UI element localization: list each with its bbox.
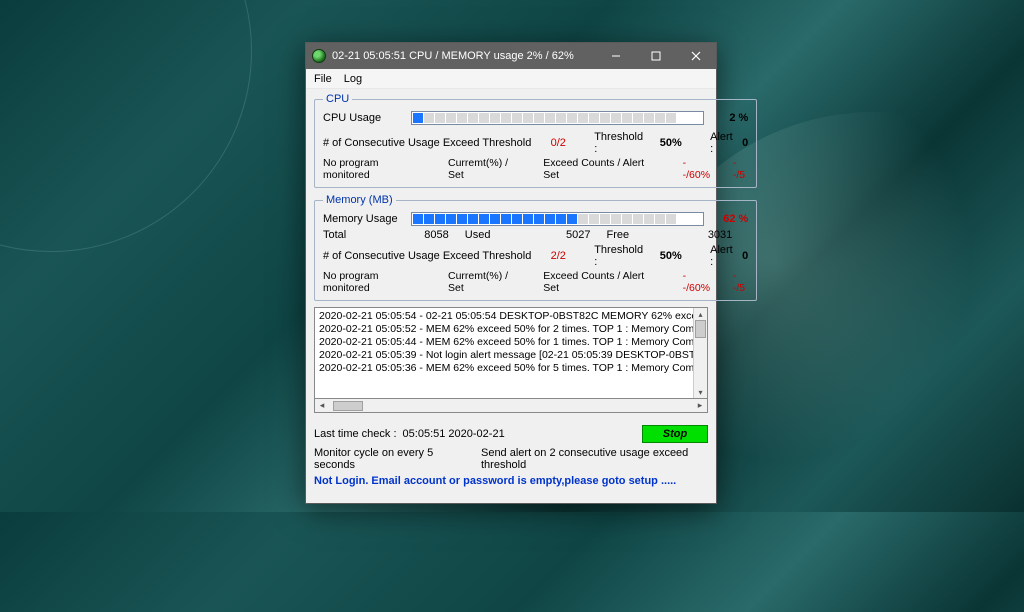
minimize-button[interactable] bbox=[596, 43, 636, 69]
mem-free-v: 3031 bbox=[677, 229, 748, 241]
log-line: 2020-02-21 05:05:39 - Not login alert me… bbox=[319, 349, 703, 362]
cpu-exset: Exceed Counts / Alert Set bbox=[543, 157, 661, 181]
alert-on: Send alert on 2 consecutive usage exceed… bbox=[481, 447, 708, 471]
mem-threshold-label: Threshold : bbox=[594, 244, 644, 268]
maximize-button[interactable] bbox=[636, 43, 676, 69]
mem-threshold-value: 50% bbox=[660, 250, 682, 262]
mem-exceed-value: 2/2 bbox=[551, 250, 566, 262]
cpu-threshold-label: Threshold : bbox=[594, 131, 644, 155]
scroll-left-icon[interactable]: ◂ bbox=[315, 400, 329, 411]
scroll-right-icon[interactable]: ▸ bbox=[693, 400, 707, 411]
hscroll-thumb[interactable] bbox=[333, 401, 363, 411]
login-status-link[interactable]: Not Login. Email account or password is … bbox=[314, 475, 708, 487]
menu-log[interactable]: Log bbox=[344, 73, 362, 85]
monitor-cycle: Monitor cycle on every 5 seconds bbox=[314, 447, 459, 471]
app-window: 02-21 05:05:51 CPU / MEMORY usage 2% / 6… bbox=[305, 42, 717, 504]
client-area: CPU CPU Usage 2 % # of Consecutive Usage… bbox=[306, 89, 716, 503]
mem-used-v: 5027 bbox=[536, 229, 607, 241]
memory-usage-label: Memory Usage bbox=[323, 213, 405, 225]
window-title: 02-21 05:05:51 CPU / MEMORY usage 2% / 6… bbox=[332, 50, 596, 62]
cpu-group: CPU CPU Usage 2 % # of Consecutive Usage… bbox=[314, 93, 757, 188]
log-hscrollbar[interactable]: ◂ ▸ bbox=[314, 399, 708, 413]
mem-free-l: Free bbox=[607, 229, 678, 241]
menubar: File Log bbox=[306, 69, 716, 89]
mem-exset: Exceed Counts / Alert Set bbox=[543, 270, 661, 294]
mem-alert-value: 0 bbox=[742, 250, 748, 262]
log-line: 2020-02-21 05:05:44 - MEM 62% exceed 50%… bbox=[319, 336, 703, 349]
cpu-alert-label: Alert : bbox=[710, 131, 736, 155]
cpu-progress bbox=[411, 111, 704, 125]
cpu-curset: Curremt(%) / Set bbox=[448, 157, 525, 181]
cpu-noprog: No program monitored bbox=[323, 157, 426, 181]
log-line: 2020-02-21 05:05:52 - MEM 62% exceed 50%… bbox=[319, 323, 703, 336]
log-textarea[interactable]: 2020-02-21 05:05:54 - 02-21 05:05:54 DES… bbox=[314, 307, 708, 399]
cpu-v2: --/5 bbox=[733, 157, 748, 181]
stop-button[interactable]: Stop bbox=[642, 425, 708, 443]
memory-legend: Memory (MB) bbox=[323, 194, 396, 206]
log-line: 2020-02-21 05:05:54 - 02-21 05:05:54 DES… bbox=[319, 310, 703, 323]
last-check-label: Last time check : bbox=[314, 428, 397, 440]
cpu-usage-value: 2 % bbox=[710, 112, 748, 124]
mem-curset: Curremt(%) / Set bbox=[448, 270, 525, 294]
mem-alert-label: Alert : bbox=[710, 244, 736, 268]
memory-progress bbox=[411, 212, 704, 226]
last-check-value: 05:05:51 2020-02-21 bbox=[403, 428, 505, 440]
close-button[interactable] bbox=[676, 43, 716, 69]
scroll-down-icon[interactable]: ▾ bbox=[694, 386, 707, 398]
menu-file[interactable]: File bbox=[314, 73, 332, 85]
mem-v2: --/5 bbox=[733, 270, 748, 294]
log-line: 2020-02-21 05:05:36 - MEM 62% exceed 50%… bbox=[319, 362, 703, 375]
cpu-v1: --/60% bbox=[683, 157, 713, 181]
scroll-up-icon[interactable]: ▴ bbox=[694, 308, 707, 320]
cpu-threshold-value: 50% bbox=[660, 137, 682, 149]
cpu-exceed-label: # of Consecutive Usage Exceed Threshold bbox=[323, 137, 531, 149]
titlebar[interactable]: 02-21 05:05:51 CPU / MEMORY usage 2% / 6… bbox=[306, 43, 716, 69]
mem-noprog: No program monitored bbox=[323, 270, 426, 294]
cpu-legend: CPU bbox=[323, 93, 352, 105]
cpu-usage-label: CPU Usage bbox=[323, 112, 405, 124]
memory-usage-value: 62 % bbox=[710, 213, 748, 225]
memory-group: Memory (MB) Memory Usage 62 % Total 8058… bbox=[314, 194, 757, 301]
mem-used-l: Used bbox=[465, 229, 536, 241]
app-icon bbox=[312, 49, 326, 63]
mem-total-v: 8058 bbox=[394, 229, 465, 241]
mem-total-l: Total bbox=[323, 229, 394, 241]
cpu-alert-value: 0 bbox=[742, 137, 748, 149]
cpu-exceed-value: 0/2 bbox=[551, 137, 566, 149]
mem-exceed-label: # of Consecutive Usage Exceed Threshold bbox=[323, 250, 531, 262]
scroll-thumb[interactable] bbox=[695, 320, 706, 338]
mem-v1: --/60% bbox=[683, 270, 713, 294]
log-vscrollbar[interactable]: ▴ ▾ bbox=[693, 308, 707, 398]
